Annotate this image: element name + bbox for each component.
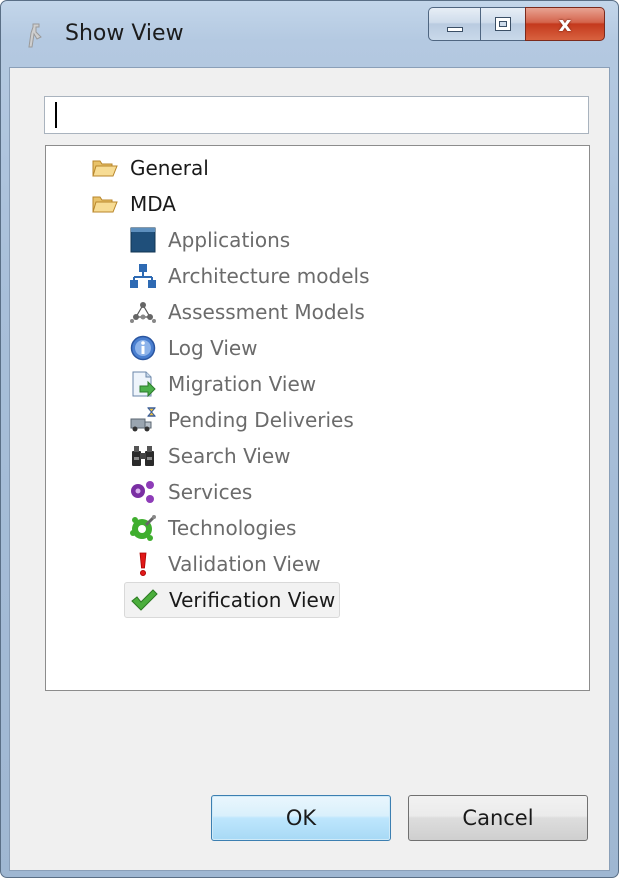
tree-item-label: Verification View xyxy=(169,588,336,612)
tree-item-technologies[interactable]: Technologies xyxy=(128,512,296,544)
tree-item-validation-view[interactable]: Validation View xyxy=(128,548,321,580)
text-caret xyxy=(55,102,57,128)
exclamation-icon xyxy=(128,549,158,579)
migration-icon xyxy=(128,369,158,399)
filter-input[interactable] xyxy=(44,96,589,134)
minimize-icon xyxy=(446,26,463,32)
tree-item-label: Pending Deliveries xyxy=(168,408,354,432)
close-icon: x xyxy=(558,12,572,36)
applications-icon xyxy=(128,225,158,255)
tree-item-assessment-models[interactable]: Assessment Models xyxy=(128,296,365,328)
app-icon xyxy=(28,23,42,48)
tree-item-migration-view[interactable]: Migration View xyxy=(128,368,316,400)
tree-folder-mda[interactable]: MDA xyxy=(90,188,176,220)
title-bar[interactable]: Show View x xyxy=(1,1,618,67)
tree-item-label: Services xyxy=(168,480,253,504)
architecture-models-icon xyxy=(128,261,158,291)
minimize-button[interactable] xyxy=(428,7,480,41)
tree-item-architecture-models[interactable]: Architecture models xyxy=(128,260,370,292)
tree-item-label: Assessment Models xyxy=(168,300,365,324)
caption-buttons: x xyxy=(428,7,605,43)
folder-open-icon xyxy=(90,153,120,183)
tree-item-label: Applications xyxy=(168,228,291,252)
tree-item-applications[interactable]: Applications xyxy=(128,224,290,256)
tree-item-pending-deliveries[interactable]: Pending Deliveries xyxy=(128,404,354,436)
ok-button[interactable]: OK xyxy=(211,795,391,841)
folder-open-icon xyxy=(90,189,120,219)
tree-item-log-view[interactable]: Log View xyxy=(128,332,258,364)
tree-folder-label: MDA xyxy=(130,192,176,216)
pending-deliveries-icon xyxy=(128,405,158,435)
tree-item-label: Log View xyxy=(168,336,258,360)
tree-item-label: Validation View xyxy=(168,552,321,576)
view-tree[interactable]: General MDA Applications Architecture mo… xyxy=(45,145,590,691)
maximize-icon xyxy=(495,17,511,31)
tree-item-label: Search View xyxy=(168,444,291,468)
close-button[interactable]: x xyxy=(525,7,605,41)
assessment-models-icon xyxy=(128,297,158,327)
maximize-button[interactable] xyxy=(480,7,525,41)
tree-item-verification-view[interactable]: Verification View xyxy=(124,582,341,618)
cancel-button[interactable]: Cancel xyxy=(408,795,588,841)
services-icon xyxy=(128,477,158,507)
tree-item-label: Technologies xyxy=(168,516,297,540)
tree-item-services[interactable]: Services xyxy=(128,476,252,508)
binoculars-icon xyxy=(128,441,158,471)
checkmark-icon xyxy=(129,585,159,615)
info-icon xyxy=(128,333,158,363)
tree-item-label: Architecture models xyxy=(168,264,370,288)
technologies-icon xyxy=(128,513,158,543)
dialog-title: Show View xyxy=(65,21,184,46)
tree-folder-label: General xyxy=(130,156,209,180)
tree-item-search-view[interactable]: Search View xyxy=(128,440,291,472)
show-view-dialog: Show View x General MDA Applications Arc… xyxy=(0,0,619,878)
tree-item-label: Migration View xyxy=(168,372,317,396)
tree-folder-general[interactable]: General xyxy=(90,152,209,184)
dialog-client-area: General MDA Applications Architecture mo… xyxy=(9,67,610,871)
